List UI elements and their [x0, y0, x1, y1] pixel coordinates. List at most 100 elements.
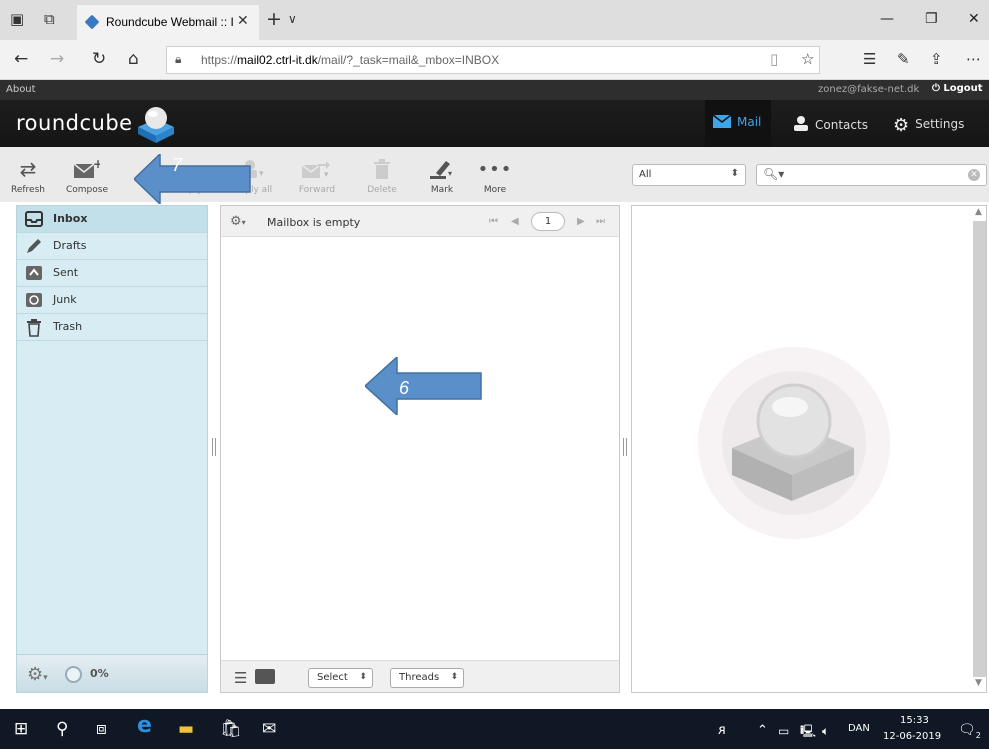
refresh-button[interactable]: ⇄ Refresh [8, 147, 48, 202]
tab-title: Roundcube Webmail :: I [106, 15, 234, 29]
edge-browser-icon[interactable]: e [137, 715, 152, 737]
more-button[interactable]: ••• More [475, 147, 515, 202]
clear-search-icon[interactable]: ✕ [968, 169, 980, 181]
refresh-page-icon[interactable]: ↻ [92, 50, 106, 68]
tab-list-chevron-icon[interactable]: ∨ [288, 12, 297, 26]
svg-text:▾: ▾ [448, 169, 452, 178]
folder-inbox[interactable]: Inbox [17, 206, 207, 233]
input-language[interactable]: DAN [848, 723, 870, 734]
search-filter-value: All [639, 169, 652, 180]
pencil-icon [25, 238, 43, 257]
junk-icon [25, 292, 43, 311]
reading-view-icon[interactable]: ▯ [770, 51, 778, 67]
preview-scrollbar[interactable] [973, 221, 986, 677]
new-tab-icon[interactable]: + [266, 9, 282, 29]
delete-button[interactable]: Delete [362, 147, 402, 202]
mark-label: Mark [430, 185, 454, 195]
folder-trash[interactable]: Trash [17, 314, 207, 341]
top-line: About zonez@fakse-net.dk ⏻ Logout [0, 80, 989, 100]
list-menu-icon[interactable]: ☰ [234, 669, 247, 687]
annotation-number-7: 7 [172, 155, 183, 175]
gear-icon: ⚙ [893, 115, 910, 136]
annotation-arrow-7 [134, 154, 251, 204]
action-center-icon[interactable]: 🗨︎2 [958, 721, 981, 745]
folder-label: Trash [53, 320, 83, 333]
notification-count: 2 [975, 730, 981, 740]
previous-page-icon[interactable]: ◀ [511, 216, 519, 227]
app-header: roundcube Mail Contacts ⚙ Settings [0, 100, 989, 147]
back-icon[interactable]: ← [14, 50, 28, 68]
list-status-text: Mailbox is empty [267, 216, 361, 229]
task-view-icon[interactable]: ⧈ [96, 720, 107, 738]
last-page-icon[interactable]: ⏭ [596, 216, 605, 227]
minimize-icon[interactable]: — [880, 11, 894, 27]
task-mail-button[interactable]: Mail [705, 100, 771, 147]
logout-button[interactable]: ⏻ Logout [932, 83, 983, 94]
forward-button[interactable]: ▾ Forward [292, 147, 342, 202]
svg-text:+: + [93, 159, 100, 171]
next-page-icon[interactable]: ▶ [577, 216, 585, 227]
favorites-hub-icon[interactable]: ☰ [863, 51, 876, 67]
about-link[interactable]: About [6, 84, 36, 95]
folder-splitter[interactable] [212, 438, 216, 456]
file-explorer-icon[interactable]: ▬ [178, 720, 194, 738]
restore-icon[interactable]: ❐ [925, 11, 938, 27]
close-window-icon[interactable]: ✕ [968, 11, 980, 27]
trash-icon [25, 319, 43, 340]
folder-junk[interactable]: Junk [17, 287, 207, 314]
threads-dropdown[interactable]: Threads ⬍ [390, 668, 465, 688]
scroll-up-icon[interactable]: ▲ [975, 207, 982, 217]
more-menu-icon[interactable]: ⋯ [966, 51, 981, 67]
trash-icon [362, 147, 402, 179]
address-bar-row: ← → ↻ ⌂ 🔒︎ https://mail02.ctrl-it.dk/mai… [0, 40, 989, 80]
search-icon[interactable]: ⚲ [56, 720, 68, 738]
search-filter-select[interactable]: All ⬍ [632, 164, 746, 186]
forward-icon[interactable]: → [50, 50, 64, 68]
first-page-icon[interactable]: ⏮ [489, 216, 498, 227]
message-list: ⚙▾ Mailbox is empty ⏮ ◀ 1 ▶ ⏭ ☰ Select ⬍… [220, 205, 620, 693]
compose-button[interactable]: + Compose [52, 147, 122, 202]
logout-label: Logout [943, 83, 983, 94]
search-input[interactable]: 🔍︎▾ ✕ [756, 164, 987, 186]
tab-manager-icon[interactable]: ▣ [10, 11, 24, 27]
volume-muted-icon[interactable]: 🔈︎ [822, 722, 829, 740]
battery-icon[interactable]: ▭ [778, 722, 789, 740]
username: zonez@fakse-net.dk [818, 84, 920, 95]
clock-date[interactable]: 12-06-2019 [883, 731, 941, 742]
set-tabs-aside-icon[interactable]: ⧉ [44, 11, 55, 27]
web-note-icon[interactable]: ✎ [897, 51, 910, 67]
home-icon[interactable]: ⌂ [128, 50, 139, 68]
mail-app-icon[interactable]: ✉ [262, 720, 276, 738]
favorite-star-icon[interactable]: ☆ [801, 51, 814, 67]
threads-toggle-icon[interactable] [255, 669, 275, 684]
quota-text: 0% [90, 667, 109, 680]
task-settings-button[interactable]: ⚙ Settings [893, 100, 964, 147]
folder-drafts[interactable]: Drafts [17, 233, 207, 260]
message-list-footer: ☰ Select ⬍ Threads ⬍ [221, 660, 619, 692]
select-label: Select [317, 672, 348, 683]
url-input[interactable]: 🔒︎ https://mail02.ctrl-it.dk/mail/?_task… [166, 46, 820, 74]
task-settings-label: Settings [915, 117, 965, 131]
list-options-gear-icon[interactable]: ⚙▾ [230, 214, 246, 229]
store-icon[interactable]: 🛍︎ [220, 720, 242, 738]
show-hidden-icons-chevron-icon[interactable]: ⌃ [757, 722, 768, 740]
people-icon[interactable]: ᴙ [718, 722, 726, 740]
scroll-down-icon[interactable]: ▼ [975, 678, 982, 688]
folder-footer: ⚙▾ 0% [16, 654, 208, 693]
clock-time[interactable]: 15:33 [900, 715, 929, 726]
folder-actions-gear-icon[interactable]: ⚙▾ [27, 664, 48, 685]
tab-close-icon[interactable]: ✕ [237, 13, 249, 29]
folder-label: Inbox [53, 212, 88, 225]
compose-icon: + [52, 147, 122, 178]
network-icon[interactable]: 🖳︎ [800, 722, 816, 740]
task-contacts-button[interactable]: Contacts [793, 100, 868, 147]
mark-button[interactable]: ▾ Mark [422, 147, 462, 202]
share-icon[interactable]: ⇪ [930, 51, 943, 67]
folder-sent[interactable]: Sent [17, 260, 207, 287]
windows-start-icon[interactable]: ⊞ [14, 720, 28, 738]
search-icon[interactable]: 🔍︎▾ [763, 167, 784, 181]
browser-tab[interactable]: Roundcube Webmail :: I ✕ [77, 5, 259, 40]
select-dropdown[interactable]: Select ⬍ [308, 668, 373, 688]
page-number-input[interactable]: 1 [531, 212, 565, 231]
list-splitter[interactable] [623, 438, 627, 456]
